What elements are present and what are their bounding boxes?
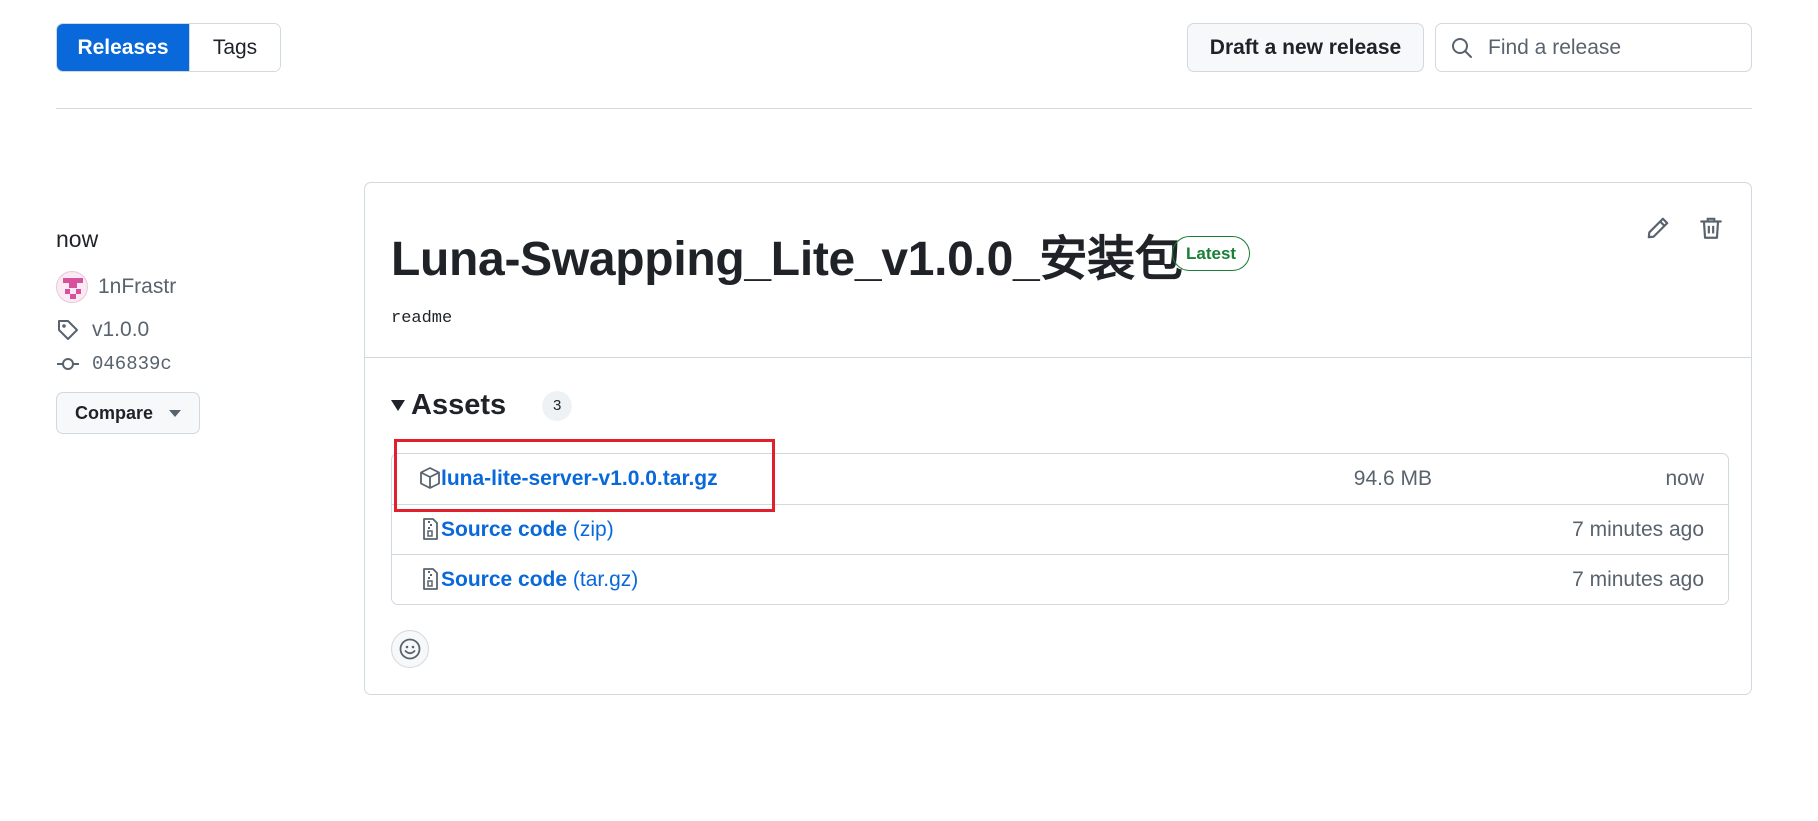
commit-sha[interactable]: 046839c <box>92 353 172 375</box>
pencil-icon[interactable] <box>1645 215 1671 241</box>
header-divider <box>56 108 1752 109</box>
commit-icon <box>57 358 79 370</box>
assets-count-badge: 3 <box>542 390 573 421</box>
file-zip-icon <box>423 518 438 540</box>
assets-title: Assets <box>411 389 507 421</box>
asset-row: Source code (tar.gz) 7 minutes ago <box>392 554 1728 604</box>
tab-tags[interactable]: Tags <box>189 24 280 71</box>
asset-name[interactable]: Source code <box>441 568 567 591</box>
search-input[interactable] <box>1488 35 1738 60</box>
smiley-icon <box>399 638 421 660</box>
release-commit[interactable]: 046839c <box>56 352 172 376</box>
release-tag[interactable]: v1.0.0 <box>56 318 149 342</box>
asset-extension[interactable]: (zip) <box>573 518 614 541</box>
releases-tags-switch: Releases Tags <box>56 23 281 72</box>
card-divider <box>365 357 1751 358</box>
triangle-down-icon <box>391 400 405 411</box>
tag-label[interactable]: v1.0.0 <box>92 318 149 342</box>
asset-size: 94.6 MB <box>1353 467 1432 490</box>
draft-new-release-button[interactable]: Draft a new release <box>1187 23 1424 72</box>
asset-time: now <box>1665 467 1704 490</box>
asset-download-link[interactable]: Source code (zip) <box>441 518 614 542</box>
asset-download-link[interactable]: luna-lite-server-v1.0.0.tar.gz <box>441 467 718 491</box>
tag-icon <box>58 320 78 340</box>
compare-button[interactable]: Compare <box>56 392 200 434</box>
release-card: Luna-Swapping_Lite_v1.0.0_安装包 Latest rea… <box>364 182 1752 695</box>
assets-toggle[interactable]: Assets 3 <box>391 389 573 422</box>
asset-row: luna-lite-server-v1.0.0.tar.gz 94.6 MB n… <box>392 454 1728 504</box>
release-author[interactable]: 1nFrastr <box>56 271 176 303</box>
asset-row: Source code (zip) 7 minutes ago <box>392 504 1728 554</box>
asset-name[interactable]: Source code <box>441 518 567 541</box>
assets-list: luna-lite-server-v1.0.0.tar.gz 94.6 MB n… <box>391 453 1729 605</box>
add-reaction-button[interactable] <box>391 630 429 668</box>
asset-name[interactable]: luna-lite-server-v1.0.0.tar.gz <box>441 467 718 490</box>
release-time: now <box>56 226 99 252</box>
file-zip-icon <box>423 568 438 590</box>
asset-time: 7 minutes ago <box>1572 517 1704 541</box>
asset-extension[interactable]: (tar.gz) <box>573 568 638 591</box>
search-icon <box>1452 37 1472 58</box>
latest-badge: Latest <box>1172 236 1251 271</box>
chevron-down-icon <box>169 409 182 417</box>
release-search <box>1435 23 1752 72</box>
asset-download-link[interactable]: Source code (tar.gz) <box>441 568 638 592</box>
release-title[interactable]: Luna-Swapping_Lite_v1.0.0_安装包 <box>391 219 1183 289</box>
asset-time: 7 minutes ago <box>1572 567 1704 591</box>
compare-label: Compare <box>75 402 154 423</box>
author-name[interactable]: 1nFrastr <box>98 275 176 299</box>
trash-icon[interactable] <box>1698 215 1724 241</box>
release-body: readme <box>391 309 453 328</box>
package-icon <box>420 467 440 489</box>
avatar[interactable] <box>56 271 88 303</box>
tab-releases[interactable]: Releases <box>57 24 189 71</box>
